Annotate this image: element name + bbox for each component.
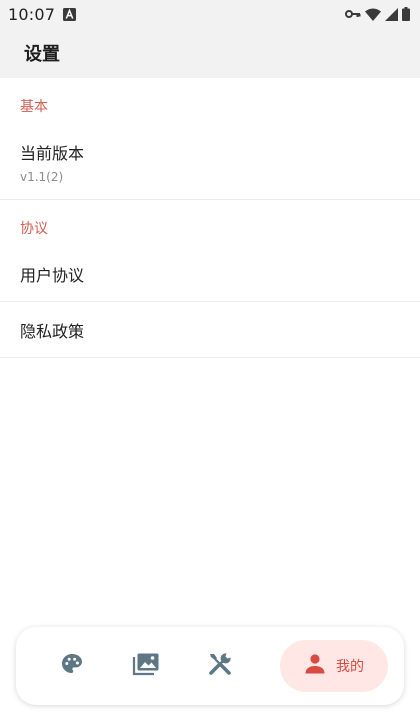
- nav-item-mine[interactable]: 我的: [280, 640, 388, 692]
- setting-item-subtitle: v1.1(2): [20, 170, 64, 184]
- setting-item-privacy-policy[interactable]: 隐私政策: [0, 302, 420, 358]
- section-header-basic: 基本: [20, 99, 48, 115]
- person-icon: [304, 653, 326, 679]
- battery-icon: [402, 7, 410, 21]
- setting-item-title: 隐私政策: [20, 321, 85, 341]
- nav-item-palette[interactable]: [52, 646, 92, 686]
- status-time: 10:07: [8, 4, 56, 24]
- vpn-key-icon: [345, 8, 361, 20]
- setting-item-user-agreement[interactable]: 用户协议: [0, 246, 420, 302]
- nav-item-gallery[interactable]: [126, 646, 166, 686]
- wifi-icon: [365, 8, 381, 21]
- setting-item-title: 用户协议: [20, 265, 85, 285]
- section-header-agreement: 协议: [20, 221, 48, 237]
- tools-icon: [207, 651, 233, 681]
- status-left: 10:07: [8, 4, 77, 24]
- palette-icon: [60, 652, 84, 680]
- image-icon: [132, 652, 160, 680]
- status-bar: 10:07: [0, 0, 420, 28]
- settings-list: 基本 当前版本 v1.1(2) 协议 用户协议 隐私政策: [0, 78, 420, 358]
- page-title: 设置: [24, 44, 60, 65]
- cell-signal-icon: [385, 7, 398, 21]
- app-header: 设置: [0, 28, 420, 78]
- nav-item-tools[interactable]: [200, 646, 240, 686]
- notification-a-icon: [63, 7, 77, 21]
- bottom-nav: 我的: [16, 627, 404, 705]
- setting-item-title: 当前版本: [20, 144, 85, 163]
- setting-item-version[interactable]: 当前版本 v1.1(2): [0, 124, 420, 200]
- status-icons: [345, 7, 410, 21]
- nav-label-mine: 我的: [336, 659, 364, 675]
